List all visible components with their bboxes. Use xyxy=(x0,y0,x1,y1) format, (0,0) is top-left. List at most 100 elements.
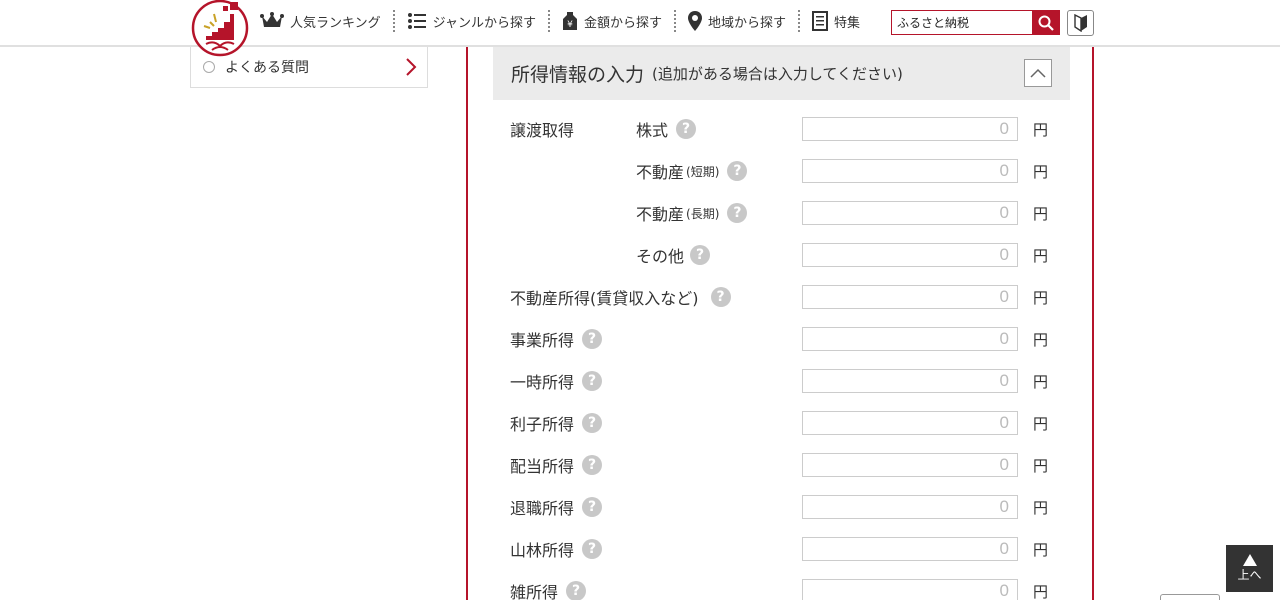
group-label: 譲渡取得 xyxy=(510,121,575,140)
unit-label: 円 xyxy=(1033,204,1049,223)
map-pin-icon xyxy=(688,11,702,31)
search-input[interactable] xyxy=(892,11,1032,34)
triangle-up-icon xyxy=(1242,554,1257,566)
income-input[interactable] xyxy=(802,327,1018,351)
help-icon[interactable]: ? xyxy=(582,371,603,391)
row-label: 退職所得 ? xyxy=(510,486,603,528)
income-row: 山林所得 ? 円 xyxy=(468,528,1092,570)
help-icon[interactable]: ? xyxy=(566,581,587,600)
chevron-up-icon xyxy=(1030,68,1046,78)
help-icon[interactable]: ? xyxy=(582,329,603,349)
row-label: 利子所得 ? xyxy=(510,402,603,444)
question-circle-icon xyxy=(203,61,215,73)
nav-feature[interactable]: 特集 xyxy=(812,8,872,34)
income-input[interactable] xyxy=(802,243,1018,267)
income-row: 不動産 (長期) ? 円 xyxy=(468,192,1092,234)
help-icon[interactable]: ? xyxy=(582,413,603,433)
back-to-top-label: 上へ xyxy=(1237,568,1262,582)
income-row: 雑所得 ? 円 xyxy=(468,570,1092,600)
help-icon[interactable]: ? xyxy=(727,203,748,223)
help-icon[interactable]: ? xyxy=(676,119,697,139)
income-input[interactable] xyxy=(802,369,1018,393)
income-row: 譲渡取得 株式 ? 円 xyxy=(468,108,1092,150)
unit-label: 円 xyxy=(1033,246,1049,265)
nav-divider xyxy=(547,10,550,32)
nav-divider xyxy=(798,10,801,32)
income-input[interactable] xyxy=(802,159,1018,183)
list-icon xyxy=(407,12,427,30)
income-input[interactable] xyxy=(802,411,1018,435)
nav-divider xyxy=(392,10,395,32)
row-label: 事業所得 ? xyxy=(510,318,603,360)
income-input[interactable] xyxy=(802,537,1018,561)
income-row: 事業所得 ? 円 xyxy=(468,318,1092,360)
back-to-top-button[interactable]: 上へ xyxy=(1226,545,1273,592)
main-nav: 人気ランキング ジャンルから探す ¥ 金額から探す 地域から探す 特集 xyxy=(260,8,872,34)
nav-price[interactable]: ¥ 金額から探す xyxy=(562,8,674,34)
nav-genre[interactable]: ジャンルから探す xyxy=(407,8,548,34)
nav-label: 特集 xyxy=(834,15,861,31)
income-row: 一時所得 ? 円 xyxy=(468,360,1092,402)
panel-subtitle: (追加がある場合は入力してください) xyxy=(652,65,903,83)
unit-label: 円 xyxy=(1033,498,1049,517)
unit-label: 円 xyxy=(1033,414,1049,433)
unit-label: 円 xyxy=(1033,456,1049,475)
panel-header: 所得情報の入力 (追加がある場合は入力してください) xyxy=(493,47,1070,100)
income-row: 配当所得 ? 円 xyxy=(468,444,1092,486)
row-label: 山林所得 ? xyxy=(510,528,603,570)
nav-label: 人気ランキング xyxy=(290,15,381,31)
help-icon[interactable]: ? xyxy=(582,455,603,475)
unit-label: 円 xyxy=(1033,120,1049,139)
nav-label: 地域から探す xyxy=(708,15,787,31)
search-box xyxy=(891,10,1060,35)
svg-text:¥: ¥ xyxy=(567,20,573,30)
document-icon xyxy=(812,11,829,31)
row-label: 不動産 (長期) ? xyxy=(636,192,748,234)
income-input[interactable] xyxy=(802,495,1018,519)
search-icon xyxy=(1038,15,1054,31)
row-label: 一時所得 ? xyxy=(510,360,603,402)
unit-label: 円 xyxy=(1033,330,1049,349)
income-row: その他 ? 円 xyxy=(468,234,1092,276)
beginner-guide-button[interactable] xyxy=(1067,10,1094,36)
income-input[interactable] xyxy=(802,453,1018,477)
row-label: 株式 ? xyxy=(636,108,697,150)
nav-divider xyxy=(674,10,676,32)
help-icon[interactable]: ? xyxy=(690,245,711,265)
row-label: 雑所得 ? xyxy=(510,570,587,600)
floating-tab[interactable] xyxy=(1160,594,1220,600)
site-logo[interactable] xyxy=(190,0,250,60)
unit-label: 円 xyxy=(1033,372,1049,391)
unit-label: 円 xyxy=(1033,288,1049,307)
income-input[interactable] xyxy=(802,285,1018,309)
beginner-mark-icon xyxy=(1073,14,1087,32)
help-icon[interactable]: ? xyxy=(727,161,748,181)
income-row: 退職所得 ? 円 xyxy=(468,486,1092,528)
row-label: 不動産所得(賃貸収入など) ? xyxy=(510,276,731,318)
crown-icon xyxy=(260,12,284,30)
help-icon[interactable]: ? xyxy=(582,497,603,517)
unit-label: 円 xyxy=(1033,582,1049,600)
income-row: 不動産所得(賃貸収入など) ? 円 xyxy=(468,276,1092,318)
income-row: 不動産 (短期) ? 円 xyxy=(468,150,1092,192)
help-icon[interactable]: ? xyxy=(710,287,731,307)
income-input-panel: 所得情報の入力 (追加がある場合は入力してください) 譲渡取得 株式 ? 円 不… xyxy=(466,47,1094,600)
income-input[interactable] xyxy=(802,117,1018,141)
search-button[interactable] xyxy=(1032,11,1059,34)
nav-ranking[interactable]: 人気ランキング xyxy=(260,8,393,34)
panel-title: 所得情報の入力 xyxy=(511,64,645,86)
yen-tag-icon: ¥ xyxy=(562,11,578,31)
nav-region[interactable]: 地域から探す xyxy=(688,8,798,34)
income-input[interactable] xyxy=(802,579,1018,600)
income-input[interactable] xyxy=(802,201,1018,225)
chevron-right-icon xyxy=(406,58,417,76)
unit-label: 円 xyxy=(1033,162,1049,181)
income-row: 利子所得 ? 円 xyxy=(468,402,1092,444)
row-label: その他 ? xyxy=(636,234,711,276)
help-icon[interactable]: ? xyxy=(582,539,603,559)
nav-label: 金額から探す xyxy=(583,15,662,31)
furusato-logo-icon xyxy=(191,0,249,57)
row-label: 配当所得 ? xyxy=(510,444,603,486)
row-label: 不動産 (短期) ? xyxy=(636,150,748,192)
collapse-button[interactable] xyxy=(1024,59,1052,87)
